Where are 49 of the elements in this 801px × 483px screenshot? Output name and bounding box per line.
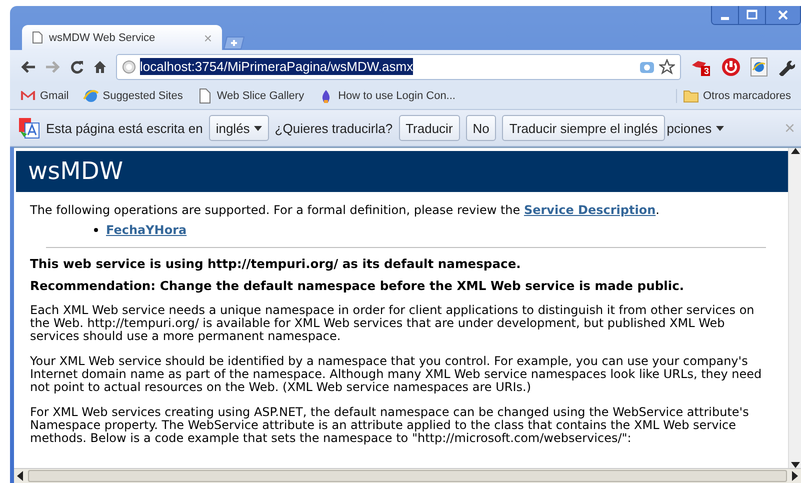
bookmark-link[interactable]: Gmail <box>20 88 69 104</box>
page-title-banner: wsMDW <box>16 151 788 192</box>
bookmark-link[interactable]: Suggested Sites <box>82 88 183 104</box>
info-paragraph: Your XML Web service should be identified by a namespace that you control. For example, you can use your company's Internet domain name as part of the namespace. Although many XML Web service namespaces look like URLs, they need not point to actual resources on the Web. (XML Web service namespaces are URIs.) <box>30 355 763 394</box>
info-paragraph: For XML Web services creating using ASP.NET, the default namespace can be changed using the WebService attribute's Namespace property. The WebService attribute is an attribute applied to the class that contains the XML Web service methods. Below is a code example that sets the namespace to "http://microsoft.com/webservices/": <box>30 406 750 445</box>
operation-link[interactable]: FechaYHora <box>106 223 187 237</box>
browser-tab[interactable]: wsMDW Web Service × <box>22 25 222 50</box>
bullet-icon <box>94 228 98 232</box>
no-button[interactable]: No <box>466 115 496 141</box>
maximize-icon[interactable] <box>738 6 765 24</box>
translate-button[interactable]: Traducir <box>398 115 460 141</box>
translate-question: ¿Quieres traducirla? <box>274 120 393 136</box>
ie-extension-icon[interactable] <box>750 56 768 76</box>
translate-message: Esta página está escrita en <box>46 120 203 136</box>
minimize-icon[interactable] <box>712 6 738 24</box>
language-dropdown[interactable]: inglés <box>208 115 269 141</box>
folder-icon <box>682 89 699 103</box>
vertical-scrollbar[interactable] <box>788 148 801 468</box>
tab-title: wsMDW Web Service <box>49 32 156 44</box>
star-icon[interactable] <box>659 58 675 74</box>
horizontal-scrollbar[interactable] <box>14 468 801 483</box>
page-icon <box>32 31 43 44</box>
power-icon[interactable] <box>721 56 741 76</box>
badge-count: 3 <box>704 66 709 76</box>
home-icon[interactable] <box>93 60 107 74</box>
caret-icon <box>716 126 724 130</box>
scroll-thumb[interactable] <box>28 470 787 482</box>
bookmarks-folder[interactable]: Otros marcadores <box>676 89 791 103</box>
always-translate-button[interactable]: Traducir siempre el inglés <box>502 115 665 141</box>
caret-icon <box>254 126 262 130</box>
page-icon <box>196 88 213 104</box>
service-description-link[interactable]: Service Description <box>524 203 656 217</box>
browser-logo-icon <box>82 88 99 104</box>
back-icon[interactable] <box>20 60 36 74</box>
namespace-heading: Recommendation: Change the default namespace before the XML Web service is made public. <box>30 279 686 293</box>
bookmark-link[interactable]: How to use Login Con... <box>318 88 456 104</box>
globe-icon <box>122 60 136 74</box>
info-paragraph: Each XML Web service needs a unique namespace in order for client applications to distinguish it from other services on the Web. http://tempuri.org/ is available for XML Web services that are under development, but published XML Web services should use a more permanent namespace. <box>30 304 756 343</box>
translate-icon <box>18 117 40 139</box>
new-tab-icon[interactable] <box>222 36 246 50</box>
address-text: localhost:3754/MiPrimeraPagina/wsMDW.asmx <box>140 58 414 75</box>
intro-text: The following operations are supported. For a formal definition, please review the Service Description. <box>30 204 660 217</box>
options-menu[interactable]: pciones <box>666 120 724 136</box>
namespace-heading: This web service is using http://tempuri.org/ as its default namespace. <box>30 257 522 271</box>
address-bar[interactable]: localhost:3754/MiPrimeraPagina/wsMDW.asmx <box>116 54 681 80</box>
page-action-icon <box>639 60 655 74</box>
reload-icon[interactable] <box>70 60 84 74</box>
close-icon[interactable] <box>765 6 800 24</box>
bookmark-link[interactable]: Web Slice Gallery <box>196 88 304 104</box>
